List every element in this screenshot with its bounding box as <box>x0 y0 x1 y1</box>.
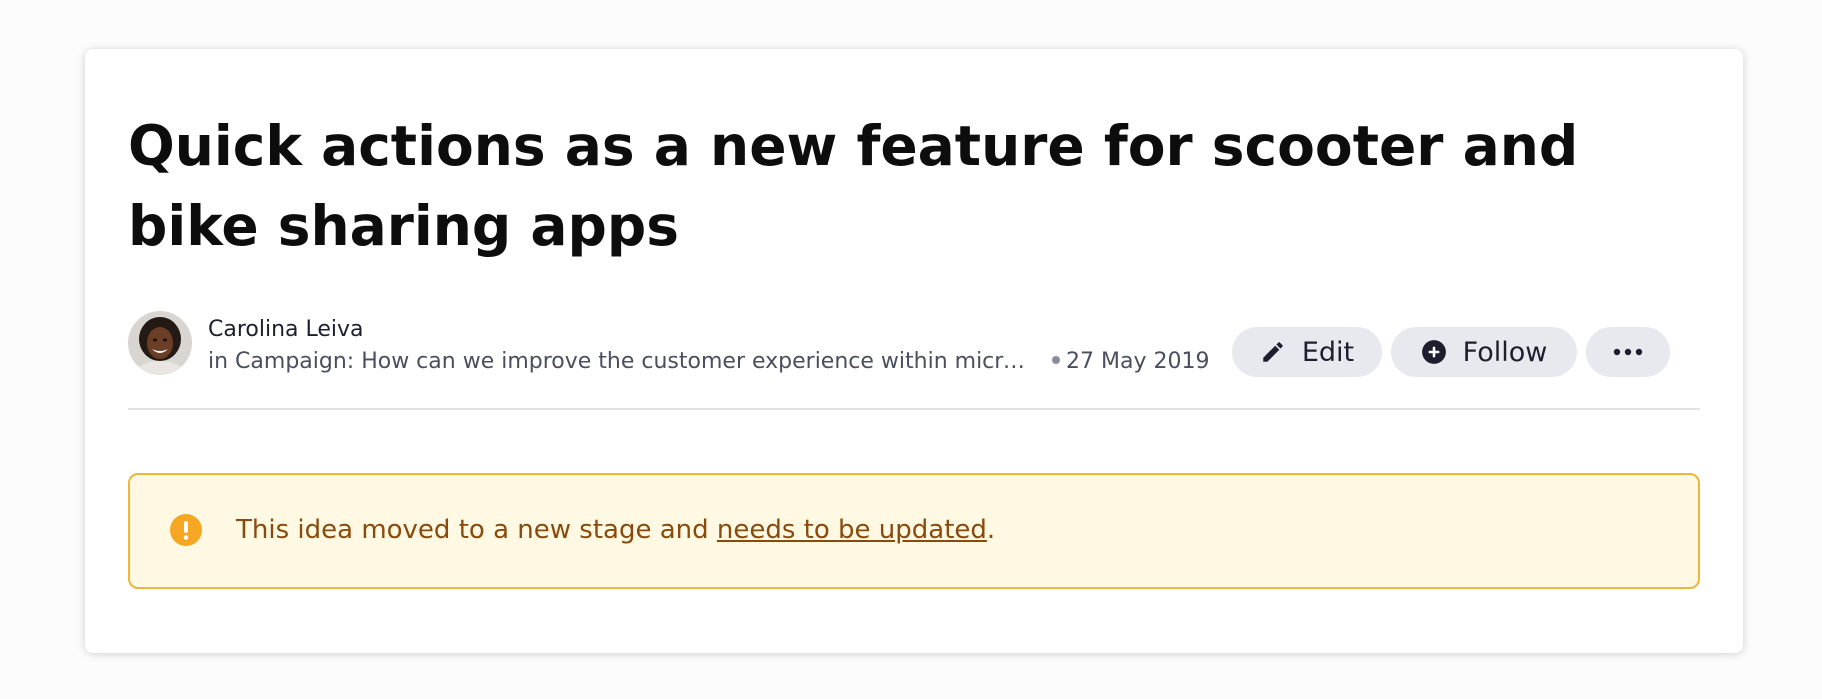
avatar[interactable] <box>128 311 192 375</box>
follow-button[interactable]: Follow <box>1391 327 1577 377</box>
needs-update-link[interactable]: needs to be updated <box>717 515 987 545</box>
idea-meta: Carolina Leiva in Campaign: How can we i… <box>128 311 1700 377</box>
alert-text-before: This idea moved to a new stage and <box>236 515 717 545</box>
person-avatar-icon <box>128 311 192 375</box>
author-name[interactable]: Carolina Leiva <box>208 317 364 342</box>
pencil-icon <box>1260 339 1286 365</box>
follow-label: Follow <box>1462 336 1548 368</box>
idea-card: Quick actions as a new feature for scoot… <box>85 49 1743 653</box>
plus-circle-icon <box>1421 339 1447 365</box>
alert-text-after: . <box>986 515 996 545</box>
posted-date: 27 May 2019 <box>1066 349 1210 374</box>
edit-button[interactable]: Edit <box>1232 327 1382 377</box>
campaign-link[interactable]: in Campaign: How can we improve the cust… <box>208 349 1034 374</box>
ellipsis-icon <box>1613 348 1643 356</box>
alert-message: This idea moved to a new stage and needs… <box>236 515 995 545</box>
more-options-button[interactable] <box>1586 327 1670 377</box>
edit-label: Edit <box>1301 336 1355 368</box>
stage-alert: This idea moved to a new stage and needs… <box>128 473 1700 589</box>
section-divider <box>128 408 1700 410</box>
idea-title: Quick actions as a new feature for scoot… <box>128 114 1579 258</box>
idea-context: in Campaign: How can we improve the cust… <box>208 349 1209 374</box>
exclamation-circle-icon <box>170 514 202 546</box>
separator-dot <box>1052 356 1060 364</box>
